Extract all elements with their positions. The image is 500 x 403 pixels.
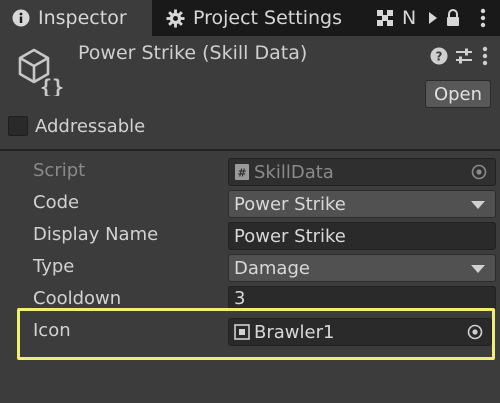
icon-value: Brawler1 — [254, 321, 335, 343]
display-name-label: Display Name — [33, 224, 159, 245]
help-icon[interactable]: ? — [429, 44, 449, 68]
type-value: Damage — [234, 257, 310, 279]
info-icon — [12, 9, 30, 27]
chevron-down-icon — [471, 265, 485, 273]
play-icon[interactable] — [424, 0, 442, 36]
asset-title: Power Strike (Skill Data) — [78, 42, 308, 64]
settings-sliders-icon[interactable] — [454, 44, 474, 68]
type-label: Type — [33, 256, 75, 277]
lock-icon[interactable] — [444, 0, 462, 36]
tab-project-settings[interactable]: Project Settings — [152, 0, 362, 36]
icon-label: Icon — [33, 320, 71, 341]
tab-project-settings-label: Project Settings — [193, 7, 342, 29]
property-row-code: Code Power Strike — [0, 188, 500, 220]
svg-text:{}: {} — [40, 75, 64, 96]
svg-text:?: ? — [436, 50, 443, 64]
property-row-display-name: Display Name Power Strike — [0, 220, 500, 252]
cooldown-value: 3 — [234, 287, 246, 309]
tab-inspector-label: Inspector — [38, 7, 127, 29]
display-name-field[interactable]: Power Strike — [228, 222, 496, 250]
inspector-header: {} Power Strike (Skill Data) ? Open Addr… — [0, 36, 500, 146]
code-value: Power Strike — [234, 193, 346, 215]
property-row-script: Script # SkillData — [0, 156, 500, 188]
code-dropdown[interactable]: Power Strike — [228, 190, 496, 218]
tab-n[interactable]: N — [362, 0, 424, 36]
addressable-checkbox[interactable] — [8, 116, 28, 136]
more-vertical-icon[interactable] — [478, 44, 492, 68]
grid-icon — [376, 9, 394, 27]
gear-icon — [166, 8, 185, 28]
object-picker-icon[interactable] — [467, 324, 483, 340]
cooldown-field[interactable]: 3 — [228, 286, 496, 310]
script-label: Script — [33, 160, 86, 181]
header-divider — [0, 149, 500, 151]
tab-inspector[interactable]: Inspector — [0, 0, 152, 36]
script-icon: # — [234, 163, 250, 181]
sprite-icon — [234, 324, 250, 340]
tab-bar: Inspector Project Settings N — [0, 0, 500, 36]
chevron-down-icon — [471, 201, 485, 209]
display-name-value: Power Strike — [234, 225, 346, 247]
more-vertical-icon[interactable] — [474, 0, 492, 36]
open-button[interactable]: Open — [425, 80, 491, 108]
addressable-label: Addressable — [35, 116, 146, 137]
tab-n-label: N — [402, 7, 417, 29]
code-label: Code — [33, 192, 80, 213]
cooldown-label: Cooldown — [33, 288, 122, 309]
svg-text:#: # — [237, 167, 246, 180]
property-row-icon: Icon Brawler1 — [0, 316, 500, 348]
icon-object-field[interactable]: Brawler1 — [228, 318, 492, 346]
script-value: SkillData — [254, 161, 334, 183]
script-field: # SkillData — [228, 158, 496, 186]
scriptable-object-icon: {} — [16, 46, 68, 99]
object-picker-icon — [471, 164, 487, 180]
type-dropdown[interactable]: Damage — [228, 254, 496, 282]
